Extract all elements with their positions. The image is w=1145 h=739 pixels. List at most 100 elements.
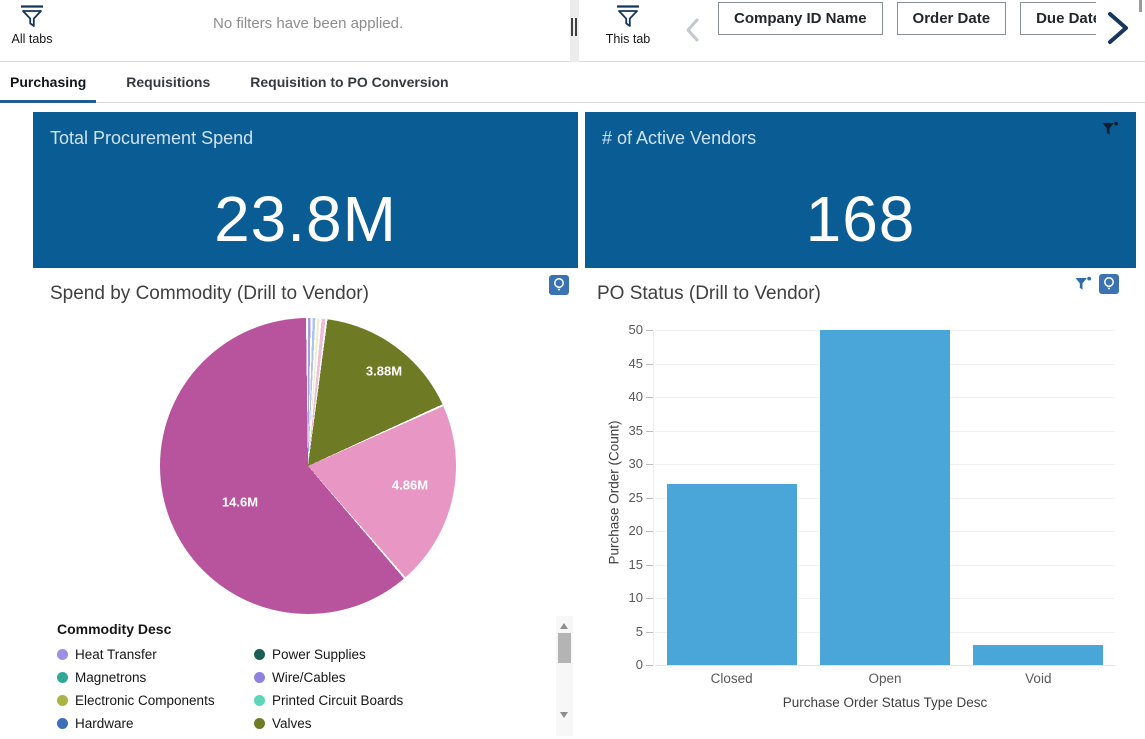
all-tabs-funnel-icon	[2, 4, 62, 30]
y-tick-label: 10	[595, 590, 643, 605]
scroll-up-icon[interactable]	[560, 623, 568, 629]
legend-item-electronic-components[interactable]: Electronic Components	[57, 689, 254, 712]
y-tick-label: 15	[595, 557, 643, 572]
legend-item-heat-transfer[interactable]: Heat Transfer	[57, 643, 254, 666]
legend-scrollbar[interactable]	[556, 616, 573, 736]
y-tick-label: 30	[595, 456, 643, 471]
filter-bar-splitter[interactable]	[570, 0, 579, 62]
filter-chip[interactable]: Company ID Name	[718, 2, 883, 35]
y-tick-label: 25	[595, 490, 643, 505]
legend-label: Hardware	[75, 716, 134, 731]
y-tick-label: 0	[595, 657, 643, 672]
x-category-label: Void	[962, 671, 1115, 686]
gridline	[655, 665, 1115, 666]
po-status-bar-plot	[655, 330, 1115, 665]
y-tick-label: 20	[595, 523, 643, 538]
y-tick-label: 5	[595, 624, 643, 639]
legend-item-hardware[interactable]: Hardware	[57, 712, 254, 735]
dashboard: All tabs No filters have been applied. T…	[0, 0, 1145, 739]
bar-open[interactable]	[820, 330, 950, 665]
kpi-value: 23.8M	[33, 182, 578, 256]
y-tick-mark	[646, 431, 653, 432]
legend-label: Electronic Components	[75, 693, 215, 708]
legend-item-valves[interactable]: Valves	[254, 712, 504, 735]
kpi-active-vendors: # of Active Vendors 168	[585, 112, 1136, 268]
legend-swatch-icon	[57, 718, 68, 729]
this-tab-funnel-icon	[598, 4, 658, 30]
legend-item-magnetrons[interactable]: Magnetrons	[57, 666, 254, 689]
dashboard-tab-bar: Purchasing Requisitions Requisition to PO …	[0, 62, 1145, 103]
insights-lightbulb-icon[interactable]	[549, 275, 569, 295]
chevron-left-icon	[683, 16, 703, 44]
legend-item-wire-cables[interactable]: Wire/Cables	[254, 666, 504, 689]
legend-swatch-icon	[57, 695, 68, 706]
chevron-right-icon	[1102, 8, 1132, 48]
kpi-total-procurement-spend: Total Procurement Spend 23.8M	[33, 112, 578, 268]
kpi-title: # of Active Vendors	[602, 128, 756, 149]
splitter-grip-icon	[571, 18, 577, 36]
legend-swatch-icon	[254, 649, 265, 660]
this-tab-filter-button[interactable]: This tab	[598, 4, 658, 46]
y-tick-mark	[646, 464, 653, 465]
legend-label: Power Supplies	[272, 647, 366, 662]
legend-label: Magnetrons	[75, 670, 146, 685]
y-tick-label: 50	[595, 322, 643, 337]
filter-applied-icon[interactable]	[1101, 120, 1119, 138]
legend-label: Heat Transfer	[75, 647, 157, 662]
legend-swatch-icon	[57, 672, 68, 683]
y-tick-mark	[646, 565, 653, 566]
chips-scroll-right-button[interactable]	[1096, 0, 1145, 58]
legend-item-printed-circuit-boards[interactable]: Printed Circuit Boards	[254, 689, 504, 712]
legend-swatch-icon	[254, 718, 265, 729]
y-tick-label: 45	[595, 356, 643, 371]
x-category-label: Closed	[655, 671, 808, 686]
y-axis-line	[653, 330, 654, 666]
page-scrollbar-fragment[interactable]	[1139, 0, 1142, 12]
scrollbar-thumb[interactable]	[558, 633, 571, 663]
filter-chip[interactable]: Order Date	[897, 2, 1007, 35]
filter-applied-icon[interactable]	[1074, 275, 1092, 293]
insights-lightbulb-icon[interactable]	[1099, 274, 1119, 294]
chips-scroll-left-button[interactable]	[683, 16, 703, 44]
y-tick-label: 35	[595, 423, 643, 438]
tab-requisition-to-po-conversion[interactable]: Requisition to PO Conversion	[240, 62, 458, 102]
pie-chart-title: Spend by Commodity (Drill to Vendor)	[50, 283, 369, 305]
y-tick-label: 40	[595, 389, 643, 404]
legend-label: Wire/Cables	[272, 670, 346, 685]
no-filters-message: No filters have been applied.	[213, 15, 403, 32]
y-tick-mark	[646, 632, 653, 633]
spend-by-commodity-widget: Spend by Commodity (Drill to Vendor) 3.8…	[33, 272, 578, 739]
legend-label: Printed Circuit Boards	[272, 693, 403, 708]
scroll-down-icon[interactable]	[560, 712, 568, 718]
y-tick-mark	[646, 397, 653, 398]
y-tick-mark	[646, 598, 653, 599]
tab-purchasing[interactable]: Purchasing	[0, 62, 96, 102]
y-tick-mark	[646, 531, 653, 532]
all-tabs-filter-button[interactable]: All tabs	[2, 4, 62, 46]
commodity-pie-chart[interactable]	[160, 318, 456, 614]
legend-swatch-icon	[254, 672, 265, 683]
commodity-legend: Heat Transfer Magnetrons Electronic Compon…	[57, 643, 527, 739]
y-tick-mark	[646, 665, 653, 666]
legend-swatch-icon	[254, 695, 265, 706]
this-tab-label: This tab	[598, 32, 658, 46]
po-status-widget: PO Status (Drill to Vendor) Purchase Ord…	[580, 272, 1145, 739]
legend-label: Valves	[272, 716, 312, 731]
kpi-value: 168	[585, 182, 1136, 256]
all-tabs-label: All tabs	[2, 32, 62, 46]
filter-bar: All tabs No filters have been applied. T…	[0, 0, 1145, 62]
bar-void[interactable]	[973, 645, 1103, 665]
legend-title: Commodity Desc	[57, 621, 171, 637]
y-tick-mark	[646, 364, 653, 365]
bar-closed[interactable]	[667, 484, 797, 665]
y-tick-mark	[646, 330, 653, 331]
filter-chips-row: Company ID NameOrder DateDue DateV	[718, 2, 1145, 38]
x-category-label: Open	[808, 671, 961, 686]
legend-swatch-icon	[57, 649, 68, 660]
x-axis-title: Purchase Order Status Type Desc	[655, 695, 1115, 710]
bar-chart-title: PO Status (Drill to Vendor)	[597, 283, 821, 305]
y-tick-mark	[646, 498, 653, 499]
tab-requisitions[interactable]: Requisitions	[116, 62, 220, 102]
legend-item-power-supplies[interactable]: Power Supplies	[254, 643, 504, 666]
kpi-title: Total Procurement Spend	[50, 128, 253, 149]
